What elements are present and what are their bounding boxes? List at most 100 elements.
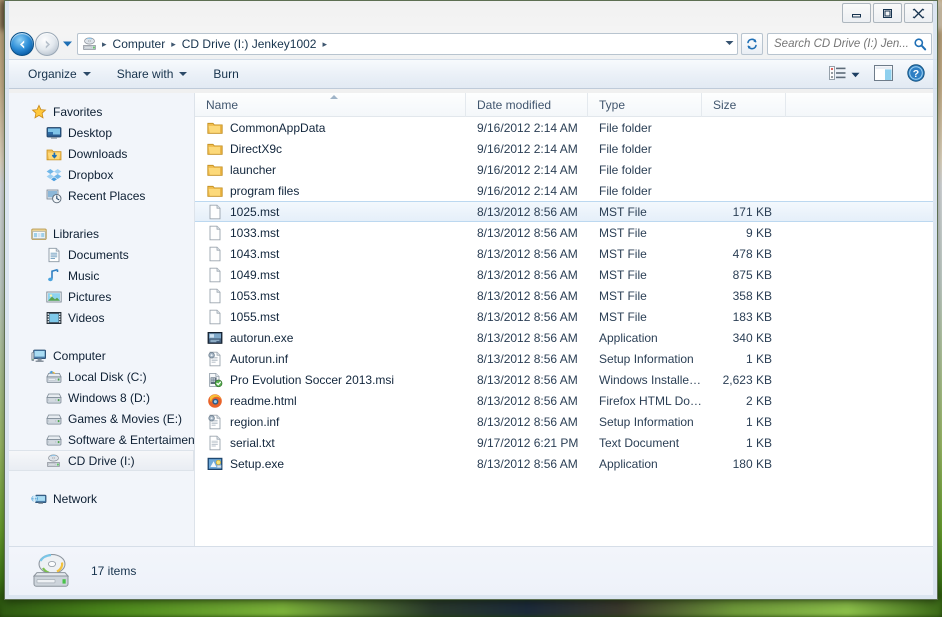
file-name-cell[interactable]: 1033.mst: [195, 225, 466, 241]
file-name-cell[interactable]: region.inf: [195, 414, 466, 430]
sidebar-item-network[interactable]: Network: [9, 488, 194, 509]
sidebar-label: Desktop: [68, 125, 113, 140]
file-name-cell[interactable]: readme.html: [195, 393, 466, 409]
file-size-cell: 875 KB: [732, 267, 772, 282]
sidebar-item-games-movies-e[interactable]: Games & Movies (E:): [9, 408, 194, 429]
refresh-button[interactable]: [741, 33, 763, 55]
change-view-button[interactable]: [823, 63, 866, 88]
burn-button[interactable]: Burn: [204, 63, 247, 85]
column-header-type-label: Type: [599, 98, 626, 112]
table-row[interactable]: 1055.mst 8/13/2012 8:56 AM MST File 183 KB: [195, 306, 933, 327]
sidebar-label: Recent Places: [68, 188, 146, 203]
file-name-cell[interactable]: 1025.mst: [195, 204, 466, 220]
minimize-button[interactable]: [842, 3, 871, 23]
breadcrumb-item-computer[interactable]: Computer: [109, 36, 170, 52]
breadcrumb[interactable]: ▸ Computer ▸ CD Drive (I:) Jenkey1002 ▸: [77, 33, 738, 55]
table-row[interactable]: readme.html 8/13/2012 8:56 AM Firefox HTML…: [195, 390, 933, 411]
table-row[interactable]: program files 9/16/2012 2:14 AM File folde…: [195, 180, 933, 201]
file-date-cell: 8/13/2012 8:56 AM: [477, 393, 578, 408]
nav-group-favorites: Favorites Desktop Downloads Dropbox Rece…: [9, 101, 194, 206]
sidebar-item-cd-drive-i[interactable]: CD Drive (I:): [9, 450, 194, 471]
chevron-down-icon[interactable]: [725, 38, 734, 48]
file-name-cell[interactable]: 1043.mst: [195, 246, 466, 262]
sidebar-item-software-entertaiment[interactable]: Software & Entertaiment: [9, 429, 194, 450]
file-type-cell: MST File: [599, 204, 647, 219]
file-name-cell[interactable]: Pro Evolution Soccer 2013.msi: [195, 372, 466, 388]
sidebar-item-desktop[interactable]: Desktop: [9, 122, 194, 143]
table-row[interactable]: Setup.exe 8/13/2012 8:56 AM Application 180…: [195, 453, 933, 474]
file-list-rows: CommonAppData 9/16/2012 2:14 AM File folde…: [195, 117, 933, 474]
forward-button[interactable]: [35, 32, 59, 56]
sidebar-item-documents[interactable]: Documents: [9, 244, 194, 265]
help-button[interactable]: ?: [901, 61, 931, 90]
table-row[interactable]: autorun.exe 8/13/2012 8:56 AM Application 3…: [195, 327, 933, 348]
sidebar-item-computer[interactable]: Computer: [9, 345, 194, 366]
table-row[interactable]: Pro Evolution Soccer 2013.msi 8/13/2012 8…: [195, 369, 933, 390]
sidebar-item-dropbox[interactable]: Dropbox: [9, 164, 194, 185]
file-name-cell[interactable]: 1053.mst: [195, 288, 466, 304]
column-header-type[interactable]: Type: [588, 93, 702, 117]
sidebar-item-libraries[interactable]: Libraries: [9, 223, 194, 244]
column-header-name[interactable]: Name: [195, 93, 466, 117]
table-row[interactable]: Autorun.inf 8/13/2012 8:56 AM Setup Inform…: [195, 348, 933, 369]
close-button[interactable]: [904, 3, 933, 23]
chevron-down-icon[interactable]: [851, 72, 860, 78]
file-name-cell[interactable]: DirectX9c: [195, 141, 466, 157]
column-header-date-modified[interactable]: Date modified: [466, 93, 588, 117]
table-row[interactable]: 1049.mst 8/13/2012 8:56 AM MST File 875 KB: [195, 264, 933, 285]
inf-icon: [207, 351, 223, 367]
share-with-button[interactable]: Share with: [108, 63, 197, 85]
table-row[interactable]: region.inf 8/13/2012 8:56 AM Setup Informa…: [195, 411, 933, 432]
file-name-label: autorun.exe: [230, 330, 294, 345]
search-box[interactable]: [767, 33, 932, 55]
sidebar-item-favorites[interactable]: Favorites: [9, 101, 194, 122]
breadcrumb-item-cd-drive[interactable]: CD Drive (I:) Jenkey1002: [178, 36, 321, 52]
recent-pages-button[interactable]: [59, 32, 75, 56]
table-row[interactable]: 1043.mst 8/13/2012 8:56 AM MST File 478 KB: [195, 243, 933, 264]
cd-drive-icon: [82, 36, 98, 52]
file-size-cell: 2 KB: [745, 393, 772, 408]
organize-button[interactable]: Organize: [19, 63, 100, 85]
file-name-cell[interactable]: autorun.exe: [195, 330, 466, 346]
msi-icon: [207, 372, 223, 388]
preview-pane-button[interactable]: [868, 62, 899, 89]
title-bar[interactable]: [5, 1, 937, 29]
folder-icon: [207, 183, 223, 199]
search-input[interactable]: [774, 38, 913, 50]
file-name-cell[interactable]: serial.txt: [195, 435, 466, 451]
file-name-cell[interactable]: Autorun.inf: [195, 351, 466, 367]
file-name-cell[interactable]: launcher: [195, 162, 466, 178]
file-date-cell: 9/16/2012 2:14 AM: [477, 120, 578, 135]
file-name-label: Setup.exe: [230, 456, 285, 471]
back-button[interactable]: [10, 32, 34, 56]
table-row[interactable]: 1053.mst 8/13/2012 8:56 AM MST File 358 KB: [195, 285, 933, 306]
sidebar-item-videos[interactable]: Videos: [9, 307, 194, 328]
table-row[interactable]: DirectX9c 9/16/2012 2:14 AM File folder: [195, 138, 933, 159]
file-name-label: region.inf: [230, 414, 280, 429]
column-header-size[interactable]: Size: [702, 93, 786, 117]
sidebar-item-music[interactable]: Music: [9, 265, 194, 286]
sidebar-item-recent-places[interactable]: Recent Places: [9, 185, 194, 206]
file-name-label: CommonAppData: [230, 120, 326, 135]
file-name-cell[interactable]: 1055.mst: [195, 309, 466, 325]
maximize-button[interactable]: [873, 3, 902, 23]
file-type-cell: MST File: [599, 246, 647, 261]
sidebar-item-windows-8-d[interactable]: Windows 8 (D:): [9, 387, 194, 408]
table-row[interactable]: serial.txt 9/17/2012 6:21 PM Text Document…: [195, 432, 933, 453]
table-row[interactable]: 1025.mst 8/13/2012 8:56 AM MST File 171 KB: [195, 201, 933, 222]
file-name-cell[interactable]: Setup.exe: [195, 456, 466, 472]
file-name-cell[interactable]: CommonAppData: [195, 120, 466, 136]
file-list-pane[interactable]: Name Date modified Type Size CommonAppDa…: [195, 93, 933, 546]
documents-icon: [46, 247, 62, 263]
file-name-cell[interactable]: program files: [195, 183, 466, 199]
search-icon[interactable]: [913, 37, 927, 51]
file-name-cell[interactable]: 1049.mst: [195, 267, 466, 283]
table-row[interactable]: 1033.mst 8/13/2012 8:56 AM MST File 9 KB: [195, 222, 933, 243]
table-row[interactable]: CommonAppData 9/16/2012 2:14 AM File folde…: [195, 117, 933, 138]
table-row[interactable]: launcher 9/16/2012 2:14 AM File folder: [195, 159, 933, 180]
sidebar-item-downloads[interactable]: Downloads: [9, 143, 194, 164]
sidebar-label: Pictures: [68, 289, 112, 304]
sidebar-item-local-disk-c[interactable]: Local Disk (C:): [9, 366, 194, 387]
sidebar-item-pictures[interactable]: Pictures: [9, 286, 194, 307]
navigation-pane[interactable]: Favorites Desktop Downloads Dropbox Rece…: [9, 93, 195, 546]
